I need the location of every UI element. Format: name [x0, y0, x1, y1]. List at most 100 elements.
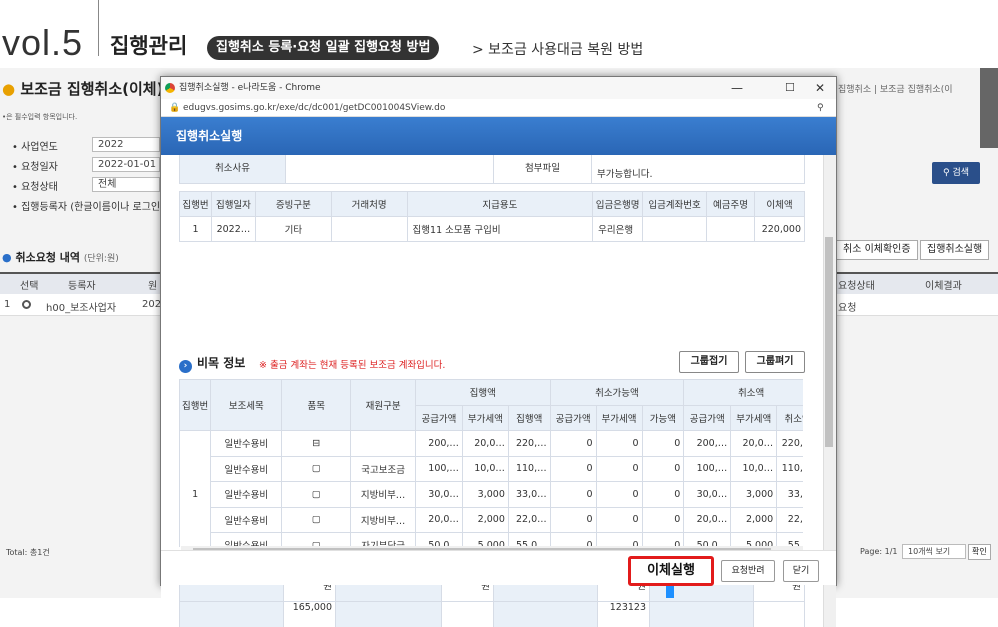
search-button[interactable]: ⚲ 검색: [932, 162, 980, 184]
th-state: 요청상태: [838, 277, 875, 292]
item-table-viewport[interactable]: 집행번 보조세목 품목 재원구분 집행액 취소가능액 취소액 공급가액 부가세액…: [179, 379, 803, 547]
cancel-exec-button[interactable]: 집행취소실행: [920, 240, 989, 260]
t1-c7: [707, 217, 755, 242]
vertical-scroll-thumb[interactable]: [825, 237, 833, 447]
t2-cell: 0: [642, 456, 684, 482]
t3-cell: [442, 602, 494, 627]
t2-cell: 0: [550, 507, 596, 533]
close-icon[interactable]: ✕: [815, 77, 825, 99]
close-button[interactable]: 닫기: [783, 560, 819, 582]
t2-cell: 5,000: [462, 533, 508, 548]
t1-h6: 입금계좌번호: [643, 192, 707, 217]
t2-h-cancelable: 취소가능액: [550, 380, 684, 406]
attach-note: 부가능합니다.: [592, 155, 805, 184]
table-row[interactable]: 일반수용비 ▢ 지방비부… 20,0… 2,000 22,0… 0 0 0 20…: [180, 507, 804, 533]
t1-h8: 이체액: [754, 192, 804, 217]
cancel-reason-label: 취소사유: [180, 155, 286, 184]
t2-h-exec: 집행액: [415, 380, 550, 406]
lock-icon: 🔒: [169, 99, 180, 117]
t2-cell: 0: [596, 533, 642, 548]
cancel-reason-table: 취소사유 첨부파일 부가능합니다.: [179, 155, 805, 184]
t2-cell: 20,0…: [462, 431, 508, 457]
t2-checkbox[interactable]: ▢: [282, 456, 351, 482]
t2-cell: 30,0…: [415, 482, 462, 508]
status-label: • 요청상태: [12, 178, 58, 193]
t2-sh: 공급가액: [550, 405, 596, 431]
t2-cell: 0: [550, 431, 596, 457]
warning-text: ※ 출금 계좌는 현재 등록된 보조금 계좌입니다.: [259, 357, 445, 371]
t2-cell: 3,000: [731, 482, 777, 508]
t2-cell: 일반수용비: [211, 482, 282, 508]
t2-checkbox[interactable]: ▢: [282, 507, 351, 533]
t3-cell: [754, 602, 805, 627]
t2-cell: 일반수용비: [211, 456, 282, 482]
t2-cell: 2,000: [462, 507, 508, 533]
date-input[interactable]: 2022-01-01: [92, 157, 160, 172]
row-orig: 202: [142, 299, 161, 310]
table-row[interactable]: 1 일반수용비 ⊟ 200,… 20,0… 220,… 0 0 0 200,… …: [180, 431, 804, 457]
t1-h0: 집행번: [180, 192, 212, 217]
t1-h2: 증빙구분: [255, 192, 331, 217]
volume-label: vol.5: [2, 22, 83, 64]
minimize-icon[interactable]: —: [731, 77, 743, 99]
transfer-exec-button[interactable]: 이체실행: [628, 556, 714, 586]
t2-cell: 30,0…: [684, 482, 731, 508]
t3-cell: [650, 602, 754, 627]
t1-c0: 1: [180, 217, 212, 242]
t2-cell: 국고보조금: [351, 456, 416, 482]
table-row[interactable]: 일반수용비 ▢ 국고보조금 100,… 10,0… 110,… 0 0 0 10…: [180, 456, 804, 482]
maximize-icon[interactable]: ☐: [785, 77, 795, 99]
page-confirm-button[interactable]: 확인: [968, 544, 991, 560]
transfer-table: 집행번 집행일자 증빙구분 거래처명 지급용도 입금은행명 입금계좌번호 예금주…: [179, 191, 805, 242]
t2-cell: 2,000: [731, 507, 777, 533]
row-radio[interactable]: [22, 300, 31, 309]
t1-c2: 기타: [255, 217, 331, 242]
t2-cell: 110,…: [508, 456, 550, 482]
info-icon: ›: [179, 360, 192, 373]
t2-cell: 0: [596, 456, 642, 482]
t2-checkbox[interactable]: ▢: [282, 482, 351, 508]
table-row[interactable]: 일반수용비 ▢ 자기부담금 50,0… 5,000 55,0… 0 0 0 50…: [180, 533, 804, 548]
year-label: • 사업연도: [12, 138, 58, 153]
t2-checkbox[interactable]: ▢: [282, 533, 351, 548]
breadcrumb: > 보조금 사용대금 복원 방법: [472, 39, 643, 59]
t2-cell: 자기부담금: [351, 533, 416, 548]
t2-cell: 0: [596, 482, 642, 508]
popup-footer: 이체실행 요청반려 닫기: [161, 550, 836, 585]
table-row[interactable]: 일반수용비 ▢ 지방비부… 30,0… 3,000 33,0… 0 0 0 30…: [180, 482, 804, 508]
t2-cell: 110,00: [777, 456, 803, 482]
t2-cell: 20,0…: [415, 507, 462, 533]
t3-cell: [494, 602, 598, 627]
t2-cell: 3,000: [462, 482, 508, 508]
t2-sh: 공급가액: [415, 405, 462, 431]
t2-cell: 20,0…: [684, 507, 731, 533]
t2-sh: 부가세액: [731, 405, 777, 431]
t2-cell: 100,…: [415, 456, 462, 482]
collapse-group-button[interactable]: 그룹접기: [679, 351, 739, 373]
t1-c1: 2022…: [211, 217, 255, 242]
section-title: ›비목 정보: [179, 354, 245, 373]
per-page-select[interactable]: 10개씩 보기: [902, 544, 966, 559]
status-select[interactable]: 전체: [92, 177, 160, 192]
t2-cell: 220,…: [508, 431, 550, 457]
return-request-button[interactable]: 요청반려: [721, 560, 775, 582]
table-row[interactable]: 1 2022… 기타 집행11 소모품 구입비 우리은행 220,000: [180, 217, 805, 242]
t2-cell: 0: [642, 533, 684, 548]
t1-c4: 집행11 소모품 구입비: [407, 217, 593, 242]
t1-h1: 집행일자: [211, 192, 255, 217]
t1-h5: 입금은행명: [593, 192, 643, 217]
cancel-reason-input[interactable]: [286, 155, 494, 184]
zoom-icon[interactable]: ⚲: [817, 99, 824, 117]
expand-group-button[interactable]: 그룹펴기: [745, 351, 805, 373]
year-select[interactable]: 2022: [92, 137, 160, 152]
th-select: 선택: [20, 277, 38, 292]
t2-cell: 0: [642, 431, 684, 457]
t2-toggle[interactable]: ⊟: [282, 431, 351, 457]
transfer-confirm-button[interactable]: 취소 이체확인증: [836, 240, 918, 260]
t2-cell: 33,0…: [508, 482, 550, 508]
t1-h3: 거래처명: [331, 192, 407, 217]
address-bar[interactable]: 🔒 edugvs.gosims.go.kr/exe/dc/dc001/getDC…: [161, 99, 836, 117]
bg-breadcrumb: 집행취소 | 보조금 집행취소(이: [838, 82, 953, 95]
t1-h4: 지급용도: [407, 192, 593, 217]
t2-cell: 일반수용비: [211, 507, 282, 533]
